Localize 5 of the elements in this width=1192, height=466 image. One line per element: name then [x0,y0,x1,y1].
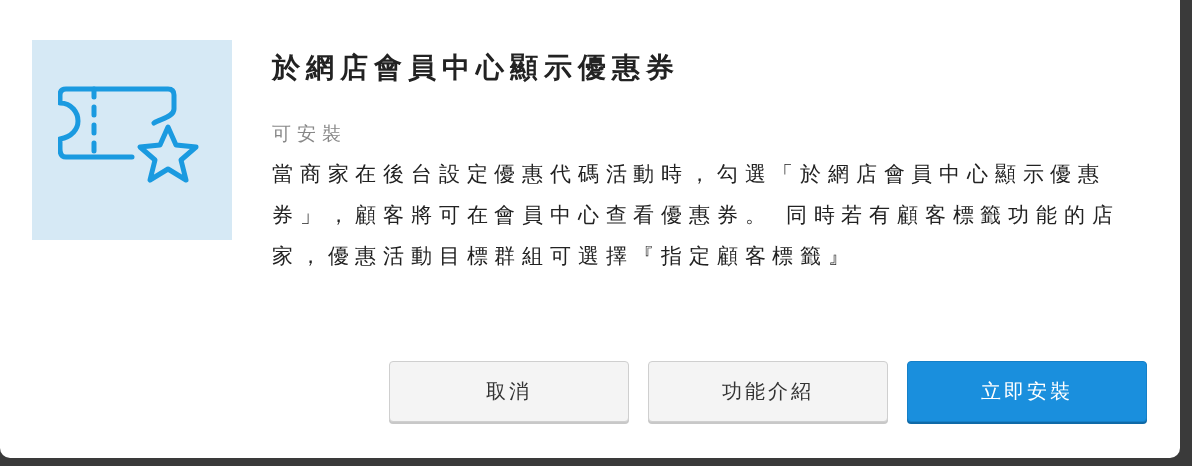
secondary-button[interactable]: 功能介紹 [648,361,888,422]
secondary-button[interactable]: 取消 [389,361,629,422]
description: 當商家在後台設定優惠代碼活動時，勾選「於網店會員中心顯示優惠券」，顧客將可在會員中心查看優惠券。 同時若有顧客標籤功能的店家，優惠活動目標群組可選擇『指定顧客標籤』 [272,161,1121,270]
install-status: 可安裝 [272,121,348,146]
dialog-title: 於網店會員中心顯示優惠券 [272,50,681,86]
